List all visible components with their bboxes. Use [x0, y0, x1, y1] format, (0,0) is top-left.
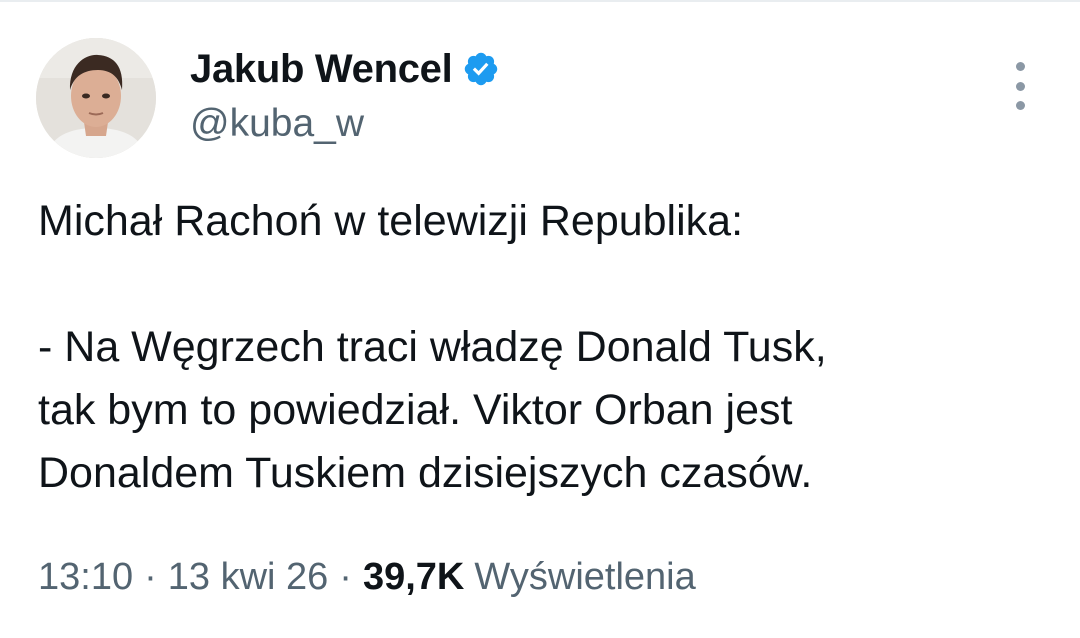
avatar[interactable]: [36, 38, 156, 158]
tweet-line: tak bym to powiedział. Viktor Orban jest: [38, 386, 793, 434]
avatar-photo: [36, 38, 156, 158]
tweet-text: Michał Rachoń w telewizji Republika: - N…: [38, 190, 1058, 505]
author-display-name[interactable]: Jakub Wencel: [190, 47, 453, 92]
more-vertical-icon[interactable]: [1006, 62, 1034, 110]
views-count[interactable]: 39,7K: [363, 556, 464, 599]
top-divider: [0, 0, 1080, 2]
tweet-meta: 13:10 · 13 kwi 26 · 39,7K Wyświetlenia: [38, 556, 696, 599]
tweet-line: Donaldem Tuskiem dzisiejszych czasów.: [38, 449, 813, 497]
more-dot: [1015, 62, 1025, 71]
verified-badge-icon[interactable]: [462, 50, 500, 88]
tweet-line: - Na Węgrzech traci władzę Donald Tusk,: [38, 323, 827, 371]
more-dot: [1015, 81, 1025, 91]
tweet-line: [38, 253, 1058, 316]
author-handle[interactable]: @kuba_w: [190, 102, 364, 146]
tweet-line: Michał Rachoń w telewizji Republika:: [38, 197, 744, 245]
views-label[interactable]: Wyświetlenia: [474, 556, 695, 599]
more-dot: [1015, 101, 1025, 110]
tweet-time[interactable]: 13:10: [38, 556, 133, 599]
author-name-row[interactable]: Jakub Wencel: [190, 44, 500, 94]
tweet-date[interactable]: 13 kwi 26: [168, 556, 329, 599]
meta-separator: ·: [144, 556, 157, 598]
meta-separator: ·: [339, 556, 352, 598]
